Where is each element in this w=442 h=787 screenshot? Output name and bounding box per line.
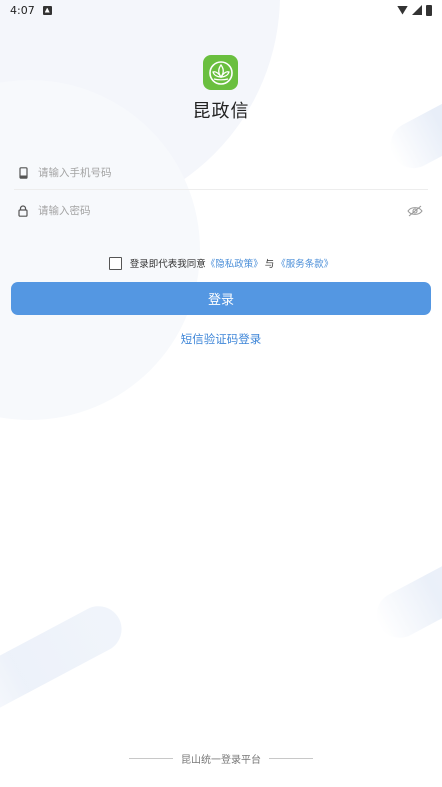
footer-divider-left <box>129 758 173 759</box>
footer: 昆山统一登录平台 <box>0 751 442 766</box>
login-button[interactable]: 登录 <box>11 282 431 315</box>
agreement-conjunction: 与 <box>264 259 275 270</box>
lotus-logo-icon <box>203 55 238 90</box>
terms-of-service-link[interactable]: 《服务条款》 <box>276 256 333 270</box>
footer-text: 昆山统一登录平台 <box>181 755 261 766</box>
phone-input[interactable] <box>38 166 428 179</box>
footer-divider-right <box>269 758 313 759</box>
sms-login-link[interactable]: 短信验证码登录 <box>0 331 442 347</box>
status-bar: 4:07 <box>0 0 442 20</box>
battery-icon <box>426 4 432 16</box>
status-time: 4:07 <box>10 3 35 17</box>
phone-field <box>14 156 428 190</box>
app-title: 昆政信 <box>192 101 250 122</box>
password-input[interactable] <box>38 205 406 217</box>
agreement-row: 登录即代表我同意 《隐私政策》 与 《服务条款》 <box>0 256 442 270</box>
wifi-icon <box>397 5 408 15</box>
signal-icon <box>412 5 422 15</box>
privacy-policy-link[interactable]: 《隐私政策》 <box>206 256 263 270</box>
agreement-checkbox[interactable] <box>108 256 122 270</box>
password-field <box>14 194 428 228</box>
eye-off-icon[interactable] <box>406 204 424 218</box>
notification-icon <box>42 5 52 15</box>
agreement-text: 登录即代表我同意 <box>129 259 206 270</box>
lock-icon <box>16 204 30 218</box>
phone-icon <box>16 166 30 180</box>
